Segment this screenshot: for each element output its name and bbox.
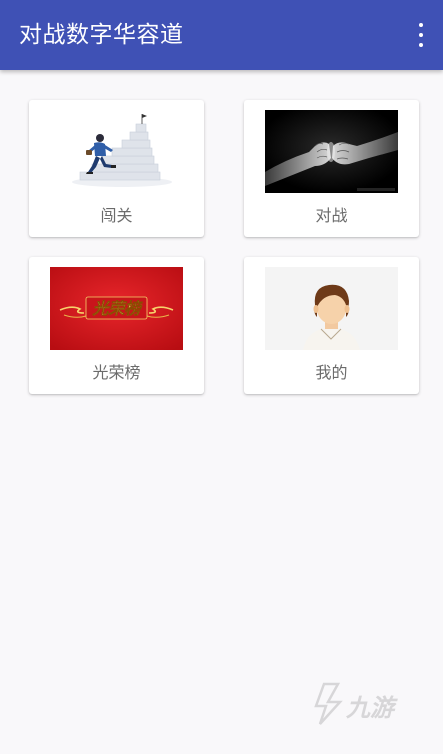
watermark-text: 九游 — [346, 694, 394, 722]
card-levels[interactable]: 闯关 — [29, 100, 204, 237]
card-label: 闯关 — [100, 206, 133, 225]
card-mine[interactable]: 我的 — [244, 257, 419, 394]
card-honor-roll[interactable]: 光荣榜 光荣榜 — [29, 257, 204, 394]
businessman-climbing-stairs-image — [50, 110, 183, 193]
card-battle[interactable]: 对战 — [244, 100, 419, 237]
card-label: 光荣榜 — [92, 363, 141, 382]
card-label: 对战 — [315, 206, 348, 225]
fist-bump-image — [265, 110, 398, 193]
more-vert-icon[interactable] — [409, 20, 433, 50]
watermark-logo: 九游 — [312, 680, 412, 726]
user-avatar-image — [265, 267, 398, 350]
app-bar: 对战数字华容道 — [0, 0, 443, 70]
app-title: 对战数字华容道 — [19, 22, 184, 48]
card-label: 我的 — [315, 363, 348, 382]
honor-roll-banner-image: 光荣榜 — [50, 267, 183, 350]
svg-text:光荣榜: 光荣榜 — [91, 299, 143, 318]
